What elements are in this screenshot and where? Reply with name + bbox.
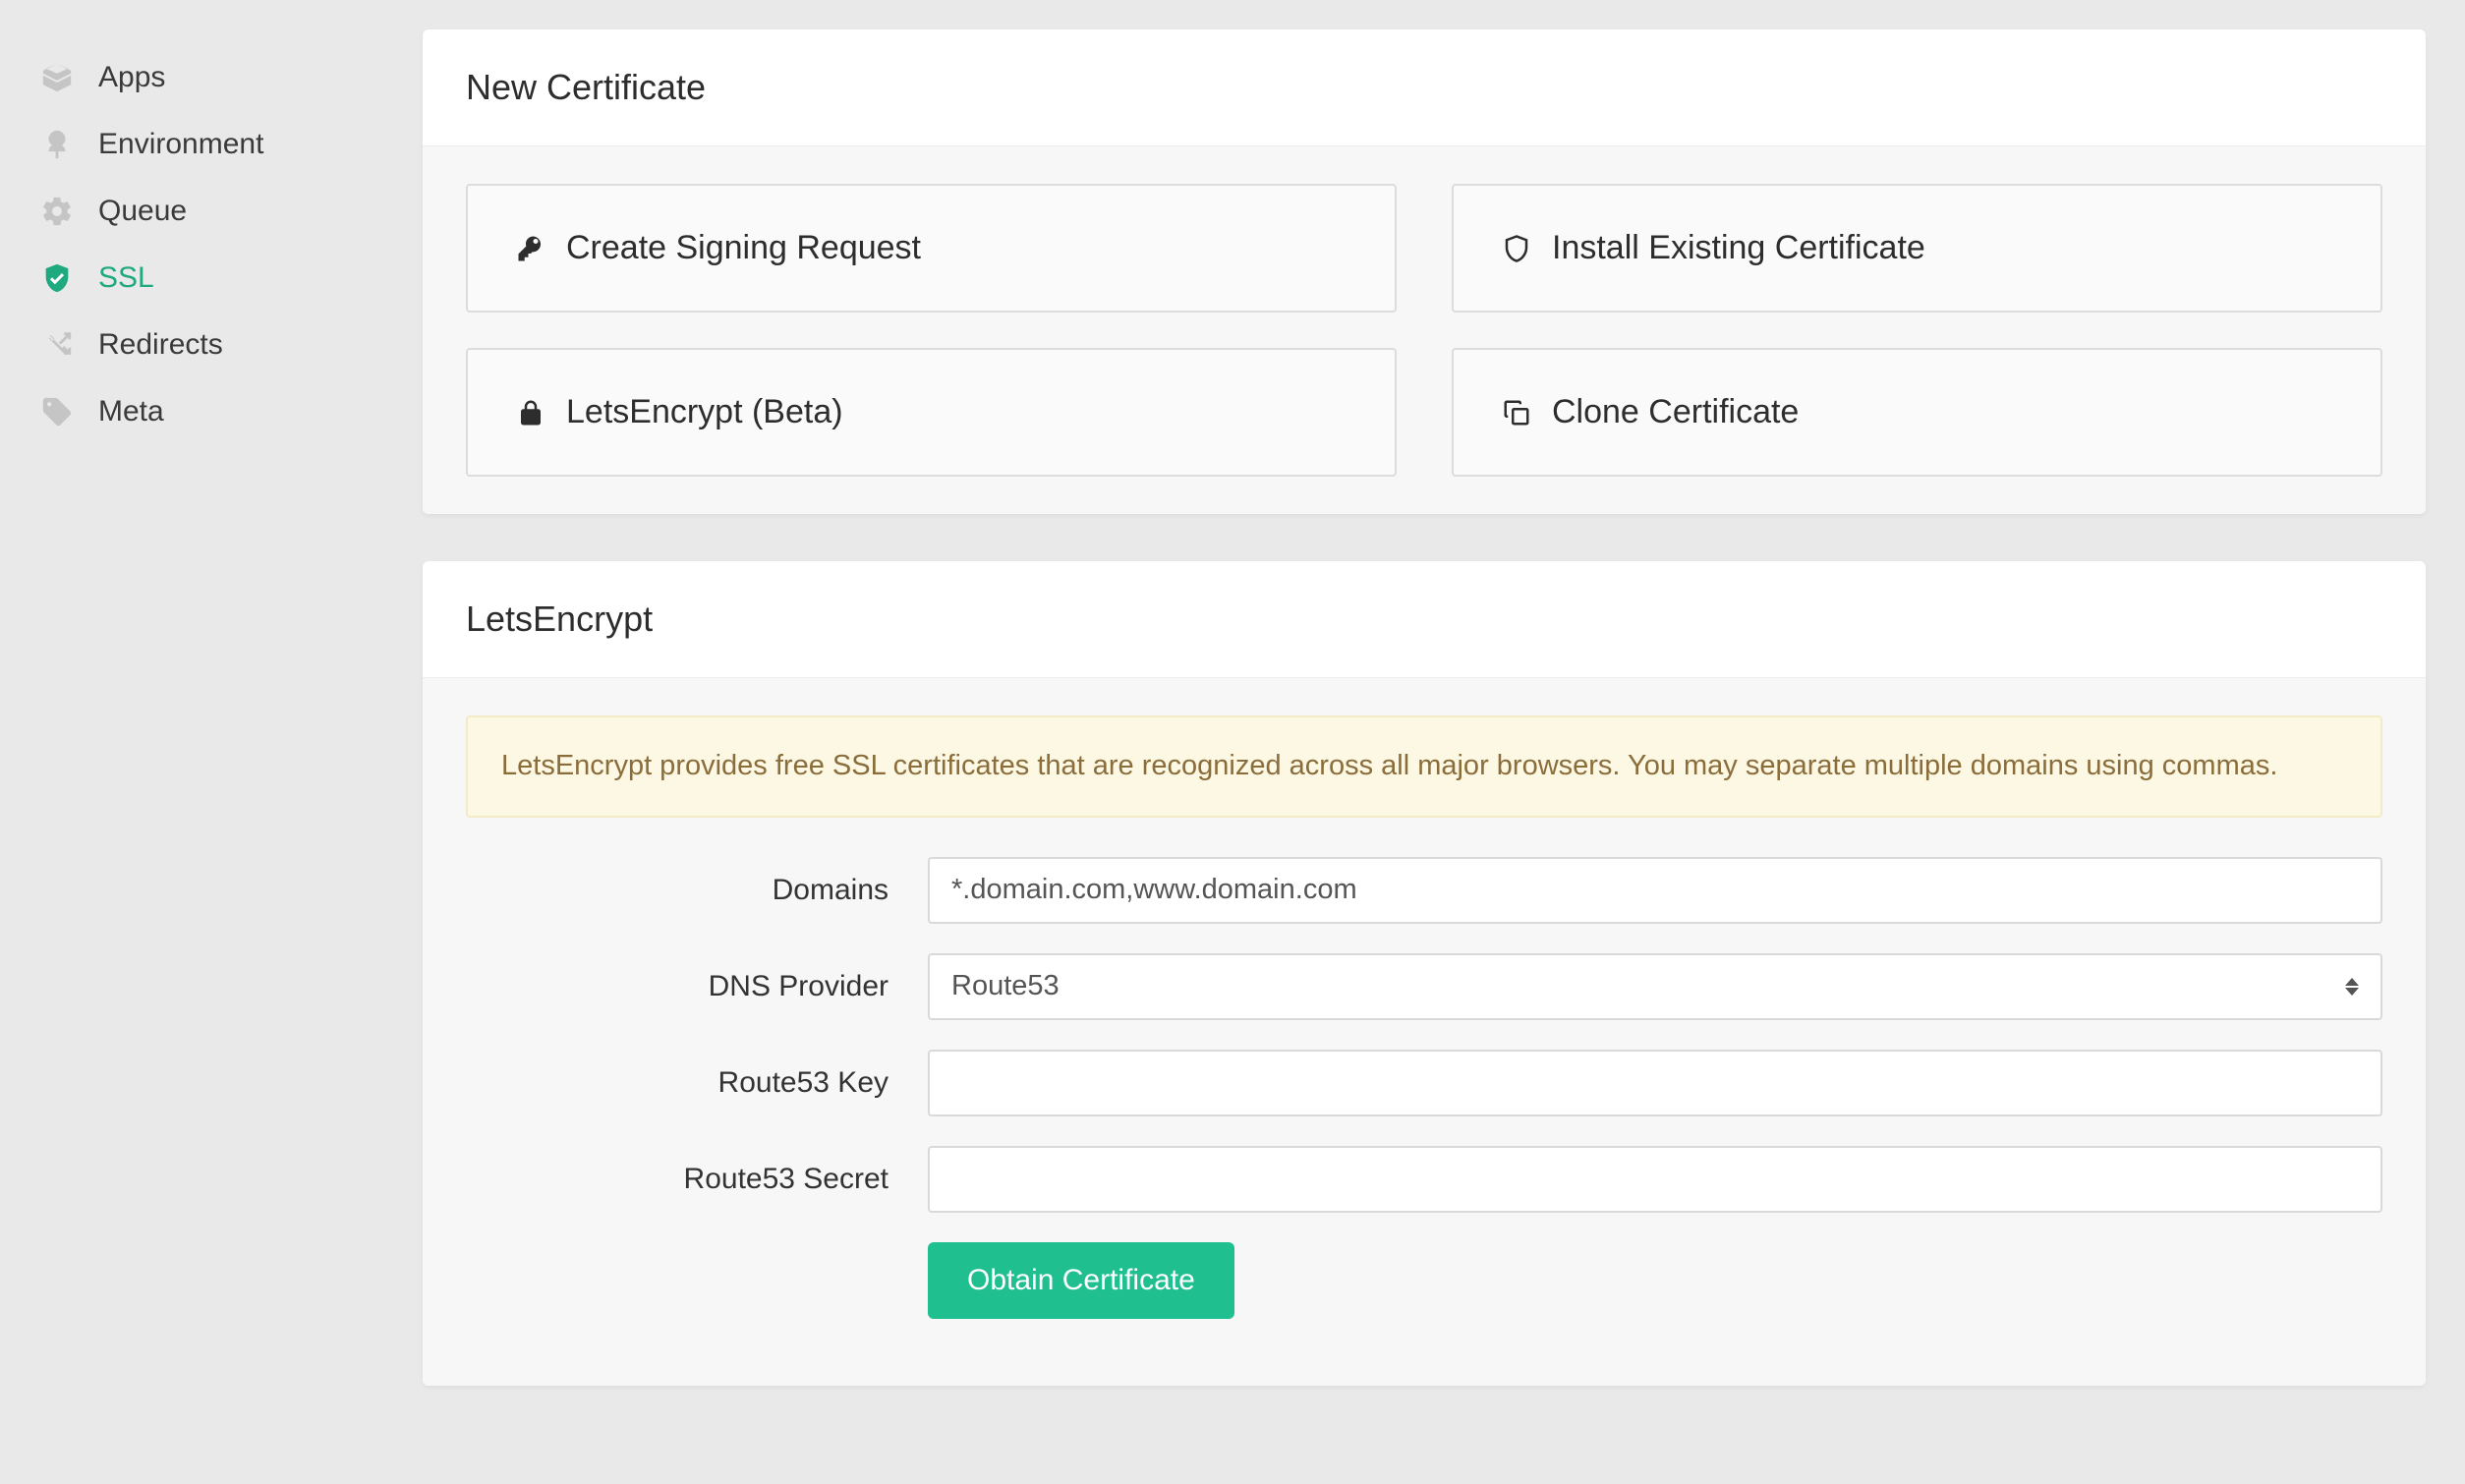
install-existing-certificate-tile[interactable]: Install Existing Certificate xyxy=(1452,184,2382,313)
route53-secret-label: Route53 Secret xyxy=(466,1163,889,1196)
sidebar-item-environment[interactable]: Environment xyxy=(20,111,383,178)
sidebar-item-label: SSL xyxy=(98,261,154,295)
tag-icon xyxy=(39,394,75,429)
sidebar-item-redirects[interactable]: Redirects xyxy=(20,312,383,378)
letsencrypt-title: LetsEncrypt xyxy=(423,561,2426,678)
tile-label: Create Signing Request xyxy=(566,229,921,267)
dns-provider-label: DNS Provider xyxy=(466,970,889,1003)
lock-icon xyxy=(515,397,546,428)
letsencrypt-info-alert: LetsEncrypt provides free SSL certificat… xyxy=(466,715,2382,818)
clone-certificate-tile[interactable]: Clone Certificate xyxy=(1452,348,2382,477)
sidebar-item-label: Redirects xyxy=(98,328,223,362)
tile-label: LetsEncrypt (Beta) xyxy=(566,393,843,431)
dns-provider-value: Route53 xyxy=(951,970,1060,1002)
letsencrypt-card: LetsEncrypt LetsEncrypt provides free SS… xyxy=(423,561,2426,1386)
sidebar-item-label: Apps xyxy=(98,61,165,94)
domains-label: Domains xyxy=(466,874,889,907)
sidebar-item-ssl[interactable]: SSL xyxy=(20,245,383,312)
dns-provider-select[interactable]: Route53 xyxy=(928,953,2382,1020)
sidebar-item-apps[interactable]: Apps xyxy=(20,44,383,111)
sidebar-item-meta[interactable]: Meta xyxy=(20,378,383,445)
box-icon xyxy=(39,60,75,95)
sidebar-item-label: Meta xyxy=(98,395,164,428)
key-icon xyxy=(515,233,546,264)
shuffle-icon xyxy=(39,327,75,363)
sidebar-item-label: Environment xyxy=(98,128,263,161)
route53-secret-input[interactable] xyxy=(928,1146,2382,1213)
shield-outline-icon xyxy=(1501,233,1532,264)
tile-label: Clone Certificate xyxy=(1552,393,1799,431)
sidebar: Apps Environment Queue SSL Redirects xyxy=(20,29,383,1386)
obtain-certificate-button[interactable]: Obtain Certificate xyxy=(928,1242,1234,1319)
route53-key-label: Route53 Key xyxy=(466,1066,889,1100)
copy-icon xyxy=(1501,397,1532,428)
sidebar-item-label: Queue xyxy=(98,195,187,228)
select-caret-icon xyxy=(2345,978,2359,996)
sidebar-item-queue[interactable]: Queue xyxy=(20,178,383,245)
route53-key-input[interactable] xyxy=(928,1050,2382,1116)
new-certificate-title: New Certificate xyxy=(423,29,2426,146)
tile-label: Install Existing Certificate xyxy=(1552,229,1925,267)
gear-icon xyxy=(39,194,75,229)
tree-icon xyxy=(39,127,75,162)
domains-input[interactable] xyxy=(928,857,2382,924)
letsencrypt-tile[interactable]: LetsEncrypt (Beta) xyxy=(466,348,1397,477)
shield-icon xyxy=(39,260,75,296)
create-signing-request-tile[interactable]: Create Signing Request xyxy=(466,184,1397,313)
new-certificate-card: New Certificate Create Signing Request I… xyxy=(423,29,2426,514)
